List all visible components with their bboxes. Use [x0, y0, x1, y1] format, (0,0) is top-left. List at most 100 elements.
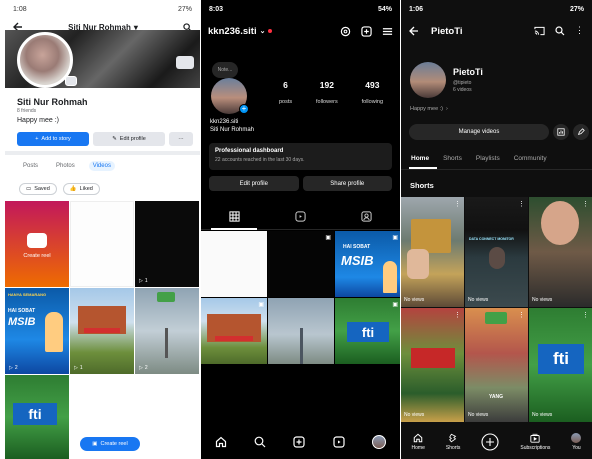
note-bubble[interactable]: Note...: [212, 62, 238, 78]
analytics-icon: [557, 128, 565, 136]
avatar[interactable]: [410, 62, 446, 98]
overlay-text: HAI SOBAT: [343, 244, 371, 250]
create-post-icon[interactable]: [361, 25, 372, 37]
logo-graphic: [485, 312, 507, 324]
edit-profile-button[interactable]: Edit profile: [209, 176, 299, 191]
list-item[interactable]: [70, 201, 134, 287]
list-item[interactable]: ⋮ No views: [401, 197, 464, 307]
list-item[interactable]: ▷ 2: [135, 288, 199, 374]
tab-photos[interactable]: Photos: [52, 161, 79, 171]
friend-count[interactable]: 8 friends: [17, 108, 36, 114]
display-username: kkn236.siti: [210, 119, 239, 125]
search-icon[interactable]: [555, 26, 565, 36]
create-icon[interactable]: [293, 436, 306, 448]
tagged-icon[interactable]: [361, 211, 372, 222]
nav-subscriptions[interactable]: Subscriptions: [520, 433, 550, 451]
account-switcher[interactable]: kkn236.siti ⌄: [208, 26, 273, 37]
status-bar: 1:06 27%: [401, 0, 592, 18]
fti-logo: fti: [13, 403, 57, 425]
tab-videos[interactable]: Videos: [88, 161, 115, 171]
more-vertical-icon[interactable]: ⋮: [518, 200, 525, 208]
list-item[interactable]: ▣ HAI SOBAT MSIB: [335, 231, 400, 297]
list-item[interactable]: [268, 298, 334, 364]
list-item[interactable]: ▷ 1: [70, 288, 134, 374]
video-count: 6 videos: [453, 87, 472, 93]
more-vertical-icon[interactable]: ⋮: [582, 311, 589, 319]
list-item[interactable]: [201, 231, 267, 297]
camera-icon[interactable]: [65, 76, 77, 86]
liked-chip[interactable]: 👍 Liked: [62, 183, 100, 195]
tab-home[interactable]: Home: [411, 155, 429, 162]
youtube-channel-panel: 1:06 27% PietoTi ⋮ PietoTi @tipieto 6 vi…: [401, 0, 592, 459]
camera-icon: ▣: [92, 441, 98, 447]
threads-icon[interactable]: [340, 26, 351, 37]
menu-icon[interactable]: [382, 26, 393, 37]
channel-description[interactable]: Happy mee :) ›: [410, 106, 448, 112]
manage-videos-button[interactable]: Manage videos: [409, 124, 549, 140]
more-options-button[interactable]: ···: [169, 132, 193, 146]
status-battery: 54%: [377, 5, 392, 13]
tab-shorts[interactable]: Shorts: [443, 155, 462, 162]
cast-icon[interactable]: [534, 26, 545, 36]
saved-chip[interactable]: ▭ Saved: [19, 183, 57, 195]
status-bar: 8:03 54%: [201, 0, 400, 18]
nav-shorts[interactable]: Shorts: [446, 433, 460, 451]
saved-label: Saved: [34, 186, 50, 192]
list-item[interactable]: HANYA SEMARANG HAI SOBAT MSIB ▷ 2: [5, 288, 69, 374]
list-item[interactable]: ⋮ No views: [529, 197, 592, 307]
hand-graphic: [407, 249, 429, 279]
stat-followers[interactable]: 192 followers: [316, 80, 338, 108]
list-item[interactable]: ⋮ No views: [401, 308, 464, 422]
reels-icon[interactable]: [295, 211, 306, 222]
view-count: ▷ 2: [139, 365, 148, 371]
add-story-icon[interactable]: +: [239, 104, 249, 114]
more-vertical-icon[interactable]: ⋮: [454, 200, 461, 208]
reels-icon[interactable]: [333, 436, 345, 448]
status-bar: 1:08 27%: [5, 0, 200, 18]
profile-avatar-icon[interactable]: [372, 435, 387, 449]
list-item[interactable]: ▣: [201, 298, 267, 364]
list-item[interactable]: ▷ 1: [135, 201, 199, 287]
more-vertical-icon[interactable]: ⋮: [454, 311, 461, 319]
list-item[interactable]: ⋮ YANG No views: [465, 308, 528, 422]
edit-profile-button[interactable]: ✎ Edit profile: [93, 132, 165, 146]
bottom-navigation: [201, 425, 400, 459]
analytics-button[interactable]: [553, 124, 569, 140]
back-arrow-icon[interactable]: [409, 26, 419, 36]
nav-create[interactable]: [481, 433, 499, 451]
tab-posts[interactable]: Posts: [19, 161, 42, 171]
thumbs-up-icon: 👍: [69, 186, 77, 192]
character-figure: [45, 312, 63, 352]
list-item[interactable]: fti: [5, 375, 69, 459]
tower-graphic: [300, 328, 303, 364]
list-item[interactable]: ▣ fti: [335, 298, 400, 364]
create-reel-tile[interactable]: Create reel: [5, 201, 69, 287]
more-vertical-icon[interactable]: ⋮: [575, 26, 584, 36]
search-icon[interactable]: [254, 436, 266, 448]
share-profile-button[interactable]: Share profile: [302, 176, 392, 191]
notification-dot: [268, 29, 273, 33]
tab-community[interactable]: Community: [514, 155, 547, 162]
more-vertical-icon[interactable]: ⋮: [518, 311, 525, 319]
create-reel-button[interactable]: ▣ Create reel: [80, 437, 140, 451]
edit-profile-label: Edit profile: [119, 136, 146, 142]
grid-icon[interactable]: [229, 211, 240, 222]
add-to-story-button[interactable]: + Add to story: [17, 132, 89, 146]
more-vertical-icon[interactable]: ⋮: [582, 200, 589, 208]
play-icon: ▷: [139, 278, 143, 284]
list-item[interactable]: ⋮ fti No views: [529, 308, 592, 422]
banner-graphic: [215, 336, 253, 341]
tab-playlists[interactable]: Playlists: [476, 155, 500, 162]
stat-following[interactable]: 493 following: [362, 80, 383, 108]
electronics-graphic: [411, 219, 451, 253]
stat-posts[interactable]: 6 posts: [279, 80, 292, 108]
list-item[interactable]: ▣: [268, 231, 334, 297]
camera-icon[interactable]: [176, 56, 194, 69]
professional-dashboard[interactable]: Professional dashboard 22 accounts reach…: [209, 143, 392, 170]
edit-channel-button[interactable]: [573, 124, 589, 140]
nav-you[interactable]: You: [571, 433, 582, 451]
list-item[interactable]: ⋮ DATA CONNECT MONITOR No views: [465, 197, 528, 307]
profile-stats: 6 posts 192 followers 493 following: [267, 80, 395, 108]
nav-home[interactable]: Home: [412, 433, 425, 451]
home-icon[interactable]: [215, 436, 227, 448]
